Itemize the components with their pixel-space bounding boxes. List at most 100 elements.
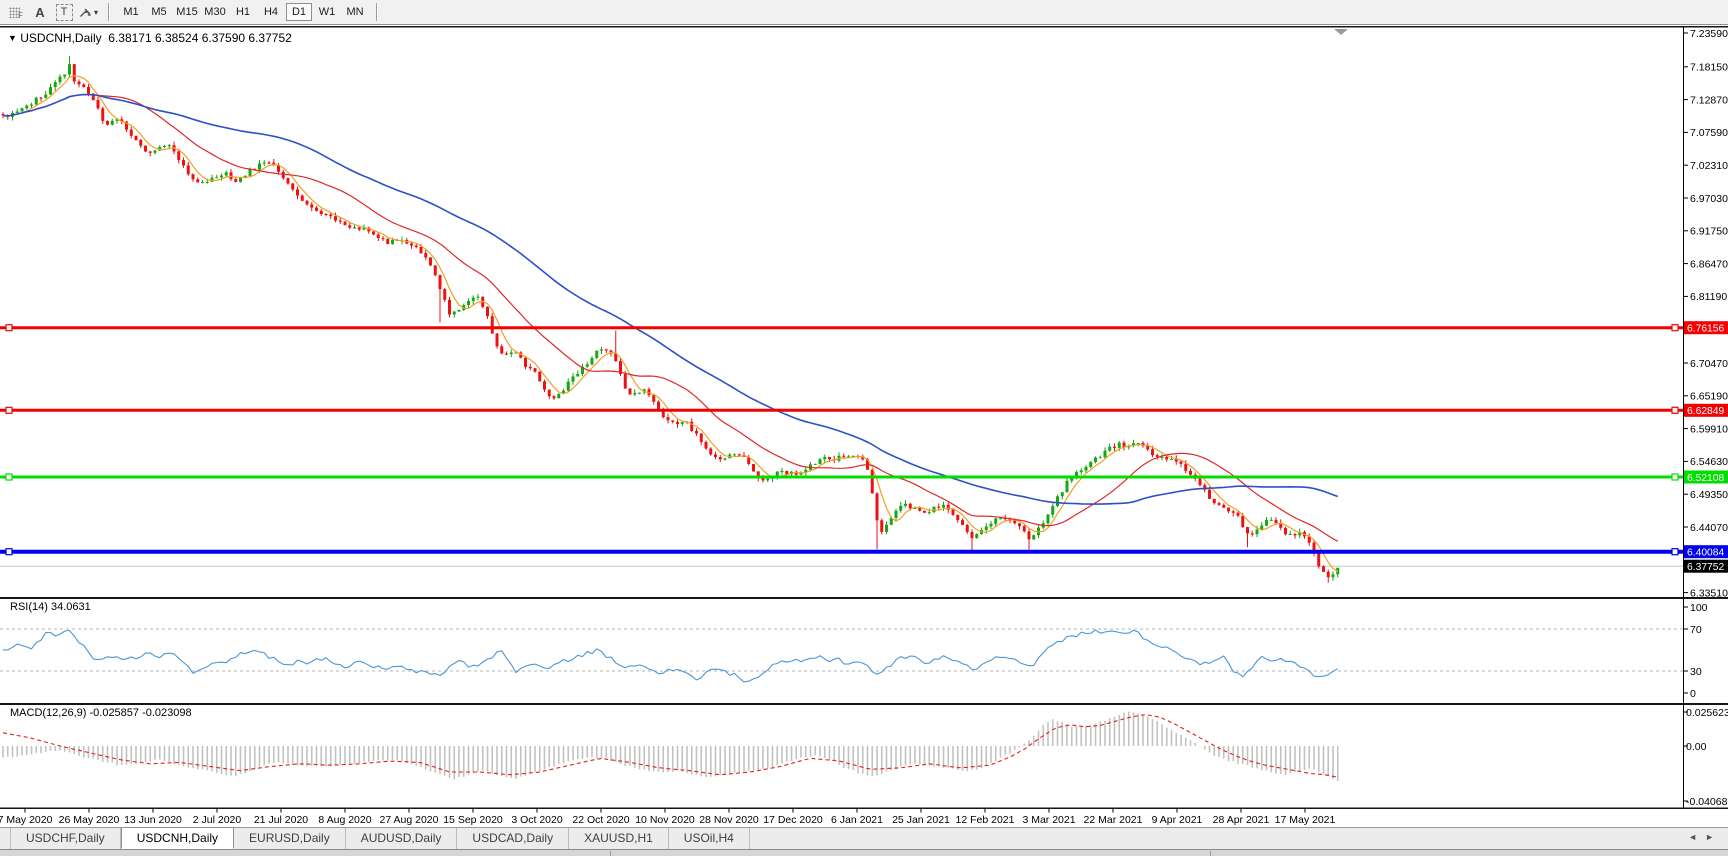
macd-svg[interactable]: 0.025623 0.00 -0.040687 (0, 703, 1728, 809)
main-chart-svg[interactable]: 7.23590 7.18150 7.12870 7.07590 7.02310 6.970… (0, 26, 1728, 599)
chart-tab-usdcnh[interactable]: USDCNH,Daily (120, 827, 235, 849)
chart-tabs-bar: USDCHF,Daily USDCNH,Daily EURUSD,Daily AUDU… (0, 827, 1728, 849)
svg-text:2 Jul 2020: 2 Jul 2020 (193, 814, 242, 826)
time-axis-svg[interactable]: 7 May 2020 26 May 2020 13 Jun 2020 2 Jul 20… (0, 809, 1728, 827)
svg-text:6 Jan 2021: 6 Jan 2021 (831, 814, 883, 826)
svg-text:6.97030: 6.97030 (1690, 193, 1728, 205)
svg-text:6.44070: 6.44070 (1690, 522, 1728, 534)
svg-text:15 Sep 2020: 15 Sep 2020 (443, 814, 503, 826)
svg-text:7.12870: 7.12870 (1690, 94, 1728, 106)
svg-text:0.025623: 0.025623 (1686, 707, 1728, 719)
svg-text:7.18150: 7.18150 (1690, 62, 1728, 74)
timeframe-button-w1[interactable]: W1 (314, 3, 340, 21)
macd-values: -0.025857 -0.023098 (89, 707, 192, 719)
toolbar-separator (376, 3, 378, 21)
timeframe-button-m1[interactable]: M1 (118, 3, 144, 21)
macd-panel[interactable]: 0.025623 0.00 -0.040687 (0, 703, 1728, 809)
time-axis[interactable]: 7 May 2020 26 May 2020 13 Jun 2020 2 Jul 20… (0, 809, 1728, 827)
svg-text:17 Dec 2020: 17 Dec 2020 (763, 814, 823, 826)
main-chart-panel[interactable]: 7.23590 7.18150 7.12870 7.07590 7.02310 6.970… (0, 26, 1728, 599)
timeframe-button-d1[interactable]: D1 (286, 3, 312, 21)
arrows-icon[interactable]: ▾ (77, 2, 99, 22)
chart-tab-audusd[interactable]: AUDUSD,Daily (346, 828, 458, 849)
svg-text:10 Nov 2020: 10 Nov 2020 (635, 814, 695, 826)
chart-tab-usoil[interactable]: USOil,H4 (669, 828, 750, 849)
chart-collapse-icon[interactable]: ▼ (8, 33, 17, 43)
svg-text:6.76156: 6.76156 (1687, 324, 1724, 335)
svg-text:7.07590: 7.07590 (1690, 127, 1728, 139)
rsi-svg[interactable]: 100 70 30 0 (0, 597, 1728, 703)
svg-text:26 May 2020: 26 May 2020 (59, 814, 120, 826)
svg-text:6.40084: 6.40084 (1687, 548, 1724, 559)
grid-f-label: F (18, 10, 23, 20)
svg-text:7.23590: 7.23590 (1690, 28, 1728, 40)
macd-indicator-label: MACD(12,26,9) -0.025857 -0.023098 (10, 707, 192, 719)
arrows-glyph (79, 8, 92, 17)
chart-tab-xauusd[interactable]: XAUUSD,H1 (569, 828, 669, 849)
svg-text:13 Jun 2020: 13 Jun 2020 (124, 814, 182, 826)
svg-text:6.33510: 6.33510 (1690, 587, 1728, 597)
timeframe-button-m5[interactable]: M5 (146, 3, 172, 21)
chart-ohlc-values: 6.38171 6.38524 6.37590 6.37752 (108, 31, 292, 45)
svg-text:21 Jul 2020: 21 Jul 2020 (254, 814, 308, 826)
svg-text:0: 0 (1690, 688, 1696, 700)
svg-text:0.00: 0.00 (1686, 741, 1707, 753)
rsi-value: 34.0631 (50, 601, 91, 613)
svg-text:-0.040687: -0.040687 (1686, 796, 1728, 808)
svg-text:6.37752: 6.37752 (1687, 562, 1724, 573)
chart-symbol-label: USDCNH,Daily (20, 31, 102, 45)
macd-name: MACD(12,26,9) (10, 707, 87, 719)
svg-text:3 Oct 2020: 3 Oct 2020 (511, 814, 563, 826)
svg-text:6.54630: 6.54630 (1690, 456, 1728, 468)
svg-text:6.62849: 6.62849 (1687, 406, 1724, 417)
svg-text:100: 100 (1690, 602, 1708, 614)
svg-text:12 Feb 2021: 12 Feb 2021 (956, 814, 1015, 826)
timeframe-button-h1[interactable]: H1 (230, 3, 256, 21)
svg-text:22 Mar 2021: 22 Mar 2021 (1084, 814, 1143, 826)
timeframe-button-m15[interactable]: M15 (174, 3, 200, 21)
svg-text:6.59910: 6.59910 (1690, 423, 1728, 435)
svg-text:6.91750: 6.91750 (1690, 226, 1728, 238)
tab-scroll-arrows: ◄► (1688, 832, 1722, 842)
svg-text:28 Nov 2020: 28 Nov 2020 (699, 814, 759, 826)
chart-title: ▼ USDCNH,Daily 6.38171 6.38524 6.37590 6… (8, 31, 292, 45)
svg-text:6.52108: 6.52108 (1687, 473, 1724, 484)
status-separator (610, 851, 611, 856)
rsi-indicator-label: RSI(14) 34.0631 (10, 601, 91, 613)
tab-scroll-right-icon[interactable]: ► (1705, 832, 1722, 842)
toolbar-separator (108, 3, 110, 21)
chart-tab-eurusd[interactable]: EURUSD,Daily (234, 828, 346, 849)
svg-text:30: 30 (1690, 666, 1702, 678)
fibonacci-grid-icon[interactable]: F (5, 2, 27, 22)
svg-text:28 Apr 2021: 28 Apr 2021 (1213, 814, 1270, 826)
chart-tab-usdcad[interactable]: USDCAD,Daily (457, 828, 570, 849)
svg-text:25 Jan 2021: 25 Jan 2021 (892, 814, 950, 826)
status-separator (1210, 851, 1211, 856)
toolbar: F A T ▾ M1 M5 M15 M30 H1 H4 D1 W1 MN (0, 0, 1728, 25)
t-box: T (55, 3, 73, 21)
rsi-panel[interactable]: 100 70 30 0 (0, 597, 1728, 703)
status-bar (0, 849, 1728, 856)
svg-text:7.02310: 7.02310 (1690, 160, 1728, 172)
svg-text:22 Oct 2020: 22 Oct 2020 (572, 814, 629, 826)
svg-text:7 May 2020: 7 May 2020 (0, 814, 53, 826)
draw-text-label-icon[interactable]: T (53, 2, 75, 22)
chart-tab-usdchf[interactable]: USDCHF,Daily (10, 828, 121, 849)
rsi-name: RSI(14) (10, 601, 48, 613)
svg-text:6.65190: 6.65190 (1690, 391, 1728, 403)
arrows-dropdown-caret-icon[interactable]: ▾ (94, 8, 98, 17)
svg-text:17 May 2021: 17 May 2021 (1275, 814, 1336, 826)
svg-text:6.49350: 6.49350 (1690, 489, 1728, 501)
timeframe-button-h4[interactable]: H4 (258, 3, 284, 21)
svg-text:27 Aug 2020: 27 Aug 2020 (380, 814, 439, 826)
svg-text:9 Apr 2021: 9 Apr 2021 (1152, 814, 1203, 826)
timeframe-button-mn[interactable]: MN (342, 3, 368, 21)
svg-text:70: 70 (1690, 624, 1702, 636)
svg-text:6.81190: 6.81190 (1690, 291, 1727, 303)
timeframe-buttons: M1 M5 M15 M30 H1 H4 D1 W1 MN (117, 3, 369, 21)
svg-text:8 Aug 2020: 8 Aug 2020 (318, 814, 371, 826)
draw-text-icon[interactable]: A (29, 2, 51, 22)
svg-text:3 Mar 2021: 3 Mar 2021 (1022, 814, 1075, 826)
timeframe-button-m30[interactable]: M30 (202, 3, 228, 21)
tab-scroll-left-icon[interactable]: ◄ (1688, 832, 1705, 842)
